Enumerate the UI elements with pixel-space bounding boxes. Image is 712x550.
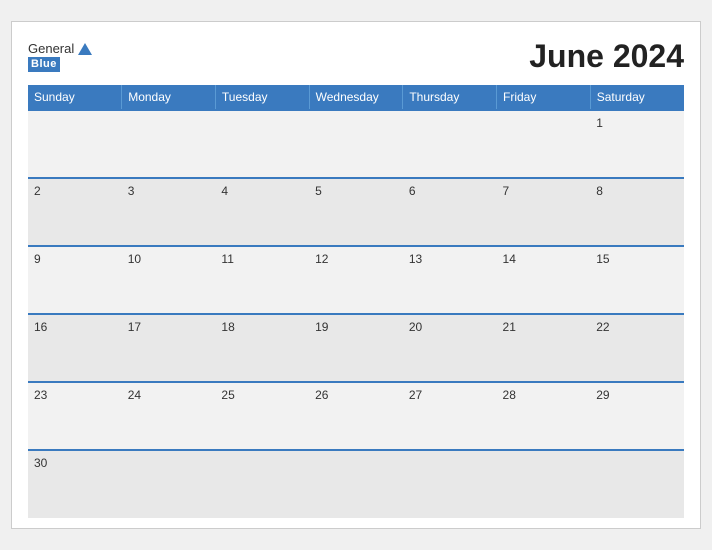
day-number: 2 (34, 184, 41, 198)
day-number: 7 (503, 184, 510, 198)
calendar-day-cell: 26 (309, 382, 403, 450)
calendar-day-cell: 21 (497, 314, 591, 382)
calendar-day-cell: 8 (590, 178, 684, 246)
day-number: 3 (128, 184, 135, 198)
calendar-day-cell (309, 450, 403, 518)
calendar-day-cell (215, 450, 309, 518)
calendar-day-cell: 12 (309, 246, 403, 314)
calendar-day-cell: 6 (403, 178, 497, 246)
calendar-day-cell (403, 450, 497, 518)
day-number: 10 (128, 252, 141, 266)
day-number: 20 (409, 320, 422, 334)
day-number: 14 (503, 252, 516, 266)
logo: General Blue (28, 41, 92, 72)
calendar-day-cell: 17 (122, 314, 216, 382)
day-number: 22 (596, 320, 609, 334)
day-number: 17 (128, 320, 141, 334)
day-number: 8 (596, 184, 603, 198)
calendar-day-cell: 5 (309, 178, 403, 246)
calendar-day-cell: 13 (403, 246, 497, 314)
calendar-day-cell: 3 (122, 178, 216, 246)
header-monday: Monday (122, 85, 216, 110)
calendar-day-cell (497, 450, 591, 518)
header-thursday: Thursday (403, 85, 497, 110)
header-row: General Blue June 2024 (28, 38, 684, 75)
calendar-day-cell (122, 450, 216, 518)
calendar-day-cell (403, 110, 497, 178)
calendar-day-cell: 11 (215, 246, 309, 314)
calendar-day-cell (215, 110, 309, 178)
calendar-table: Sunday Monday Tuesday Wednesday Thursday… (28, 85, 684, 518)
day-number: 25 (221, 388, 234, 402)
header-saturday: Saturday (590, 85, 684, 110)
day-number: 29 (596, 388, 609, 402)
calendar-day-cell: 24 (122, 382, 216, 450)
calendar-day-cell: 19 (309, 314, 403, 382)
header-tuesday: Tuesday (215, 85, 309, 110)
calendar-week-row: 1 (28, 110, 684, 178)
calendar-day-cell: 30 (28, 450, 122, 518)
calendar-week-row: 30 (28, 450, 684, 518)
calendar-day-cell: 1 (590, 110, 684, 178)
weekday-header-row: Sunday Monday Tuesday Wednesday Thursday… (28, 85, 684, 110)
header-friday: Friday (497, 85, 591, 110)
day-number: 15 (596, 252, 609, 266)
calendar-day-cell: 16 (28, 314, 122, 382)
calendar-day-cell: 15 (590, 246, 684, 314)
calendar-day-cell: 27 (403, 382, 497, 450)
day-number: 24 (128, 388, 141, 402)
calendar-day-cell (590, 450, 684, 518)
calendar-day-cell: 2 (28, 178, 122, 246)
logo-triangle-icon (78, 43, 92, 55)
day-number: 13 (409, 252, 422, 266)
day-number: 12 (315, 252, 328, 266)
calendar-day-cell: 28 (497, 382, 591, 450)
calendar-day-cell: 4 (215, 178, 309, 246)
day-number: 11 (221, 252, 233, 266)
day-number: 5 (315, 184, 322, 198)
calendar-week-row: 2 3 4 5 6 7 8 (28, 178, 684, 246)
calendar-day-cell: 22 (590, 314, 684, 382)
day-number: 23 (34, 388, 47, 402)
calendar-day-cell (122, 110, 216, 178)
day-number: 27 (409, 388, 422, 402)
day-number: 26 (315, 388, 328, 402)
logo-general-text: General (28, 41, 74, 57)
calendar-day-cell: 20 (403, 314, 497, 382)
calendar-day-cell: 9 (28, 246, 122, 314)
day-number: 30 (34, 456, 47, 470)
calendar-day-cell: 18 (215, 314, 309, 382)
calendar-day-cell: 29 (590, 382, 684, 450)
calendar-day-cell (28, 110, 122, 178)
calendar-day-cell: 14 (497, 246, 591, 314)
day-number: 16 (34, 320, 47, 334)
calendar-day-cell (497, 110, 591, 178)
month-title: June 2024 (529, 38, 684, 75)
calendar-day-cell: 7 (497, 178, 591, 246)
day-number: 6 (409, 184, 416, 198)
day-number: 1 (596, 116, 603, 130)
day-number: 21 (503, 320, 516, 334)
calendar-day-cell: 23 (28, 382, 122, 450)
logo-blue-text: Blue (28, 57, 60, 72)
calendar-day-cell: 25 (215, 382, 309, 450)
calendar-day-cell: 10 (122, 246, 216, 314)
day-number: 9 (34, 252, 41, 266)
calendar-week-row: 23 24 25 26 27 28 29 (28, 382, 684, 450)
header-sunday: Sunday (28, 85, 122, 110)
calendar-day-cell (309, 110, 403, 178)
calendar-container: General Blue June 2024 Sunday Monday Tue… (11, 21, 701, 529)
calendar-week-row: 16 17 18 19 20 21 22 (28, 314, 684, 382)
calendar-week-row: 9 10 11 12 13 14 15 (28, 246, 684, 314)
day-number: 18 (221, 320, 234, 334)
header-wednesday: Wednesday (309, 85, 403, 110)
day-number: 4 (221, 184, 228, 198)
day-number: 28 (503, 388, 516, 402)
day-number: 19 (315, 320, 328, 334)
